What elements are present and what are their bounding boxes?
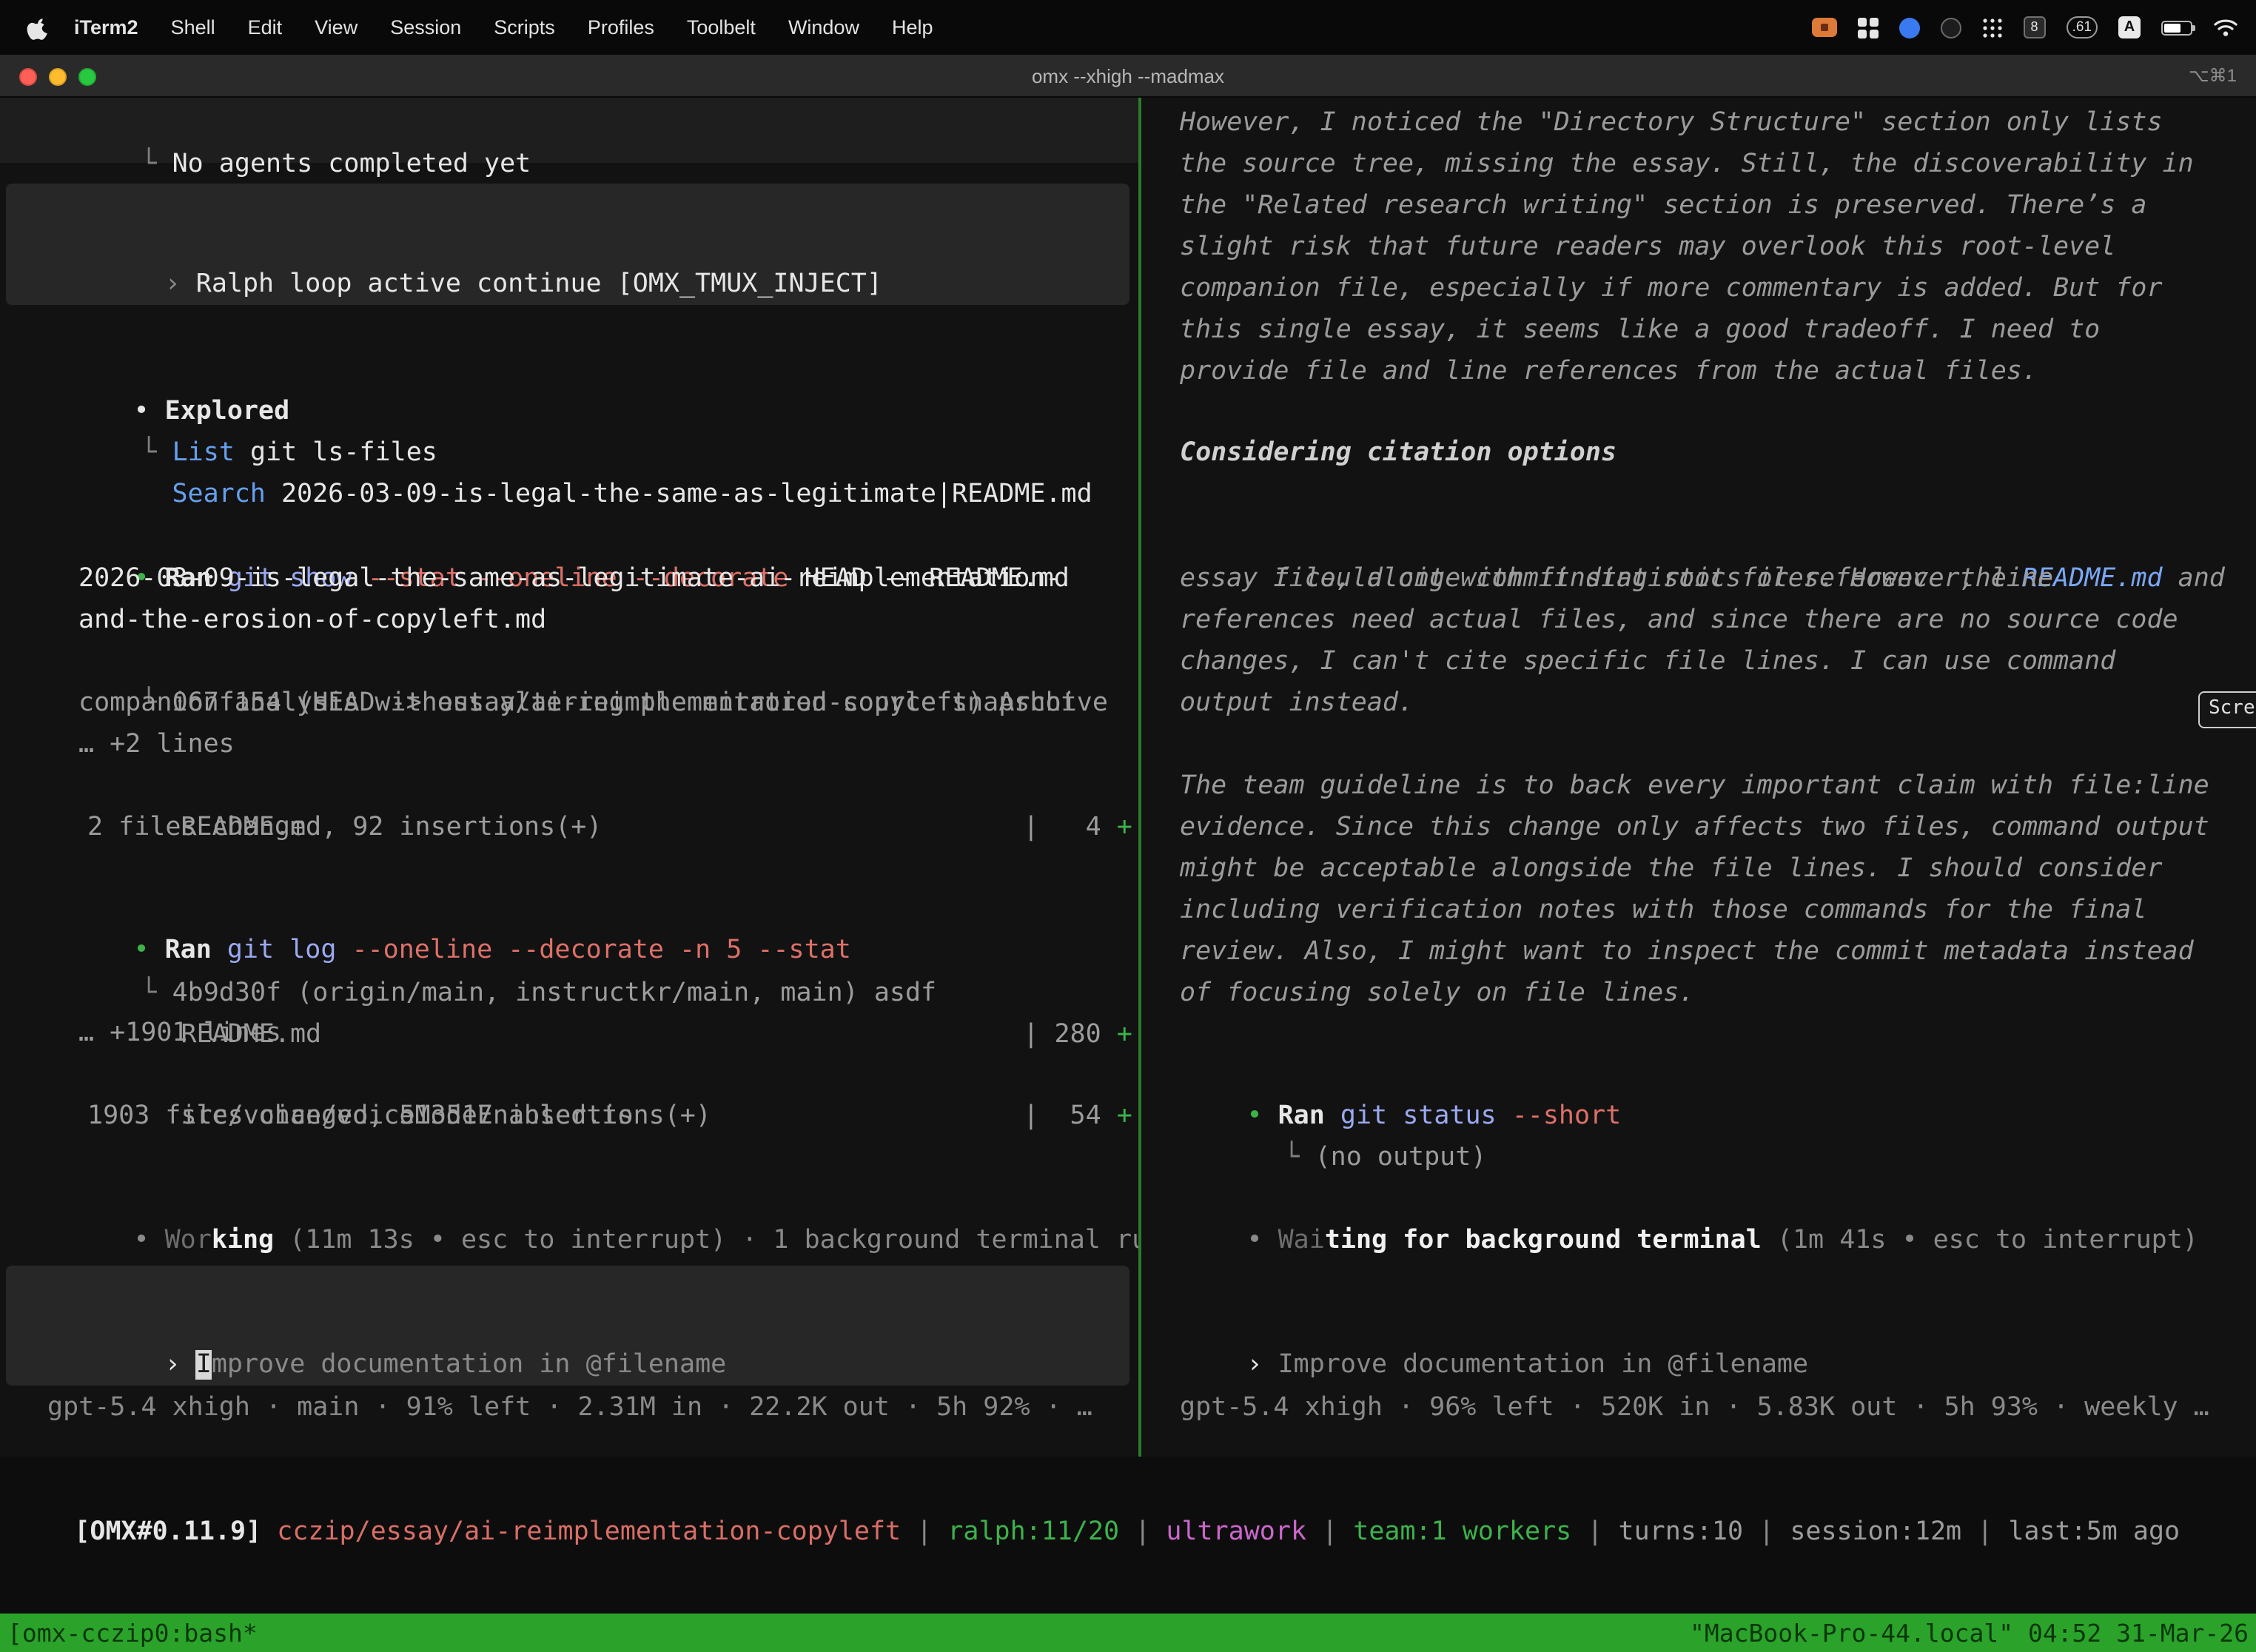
model-status-line-right: gpt-5.4 xhigh · 96% left · 520K in · 5.8… <box>1180 1387 2209 1428</box>
menu-item-session[interactable]: Session <box>374 16 477 38</box>
ran-git-show-line: • Ran git show --stat --oneline --decora… <box>40 517 1070 558</box>
screen: iTerm2 Shell Edit View Session Scripts P… <box>0 0 2256 1652</box>
essay-filename-line-1: 2026-03-09-is-legal-the-same-as-legitima… <box>78 558 1061 600</box>
omx-ralph-count: ralph:11/20 <box>947 1517 1119 1547</box>
reasoning-line: this single essay, it seems like a good … <box>1180 309 2100 351</box>
right-terminal-pane[interactable]: However, I noticed the "Directory Struct… <box>1141 98 2256 1457</box>
input-source-icon[interactable]: A <box>2118 16 2141 38</box>
commit-message-line-1: └ 067f154 (HEAD -> essay/ai-reimplementa… <box>47 641 1108 682</box>
wifi-icon[interactable] <box>2213 18 2238 37</box>
essay-filename-line-2: and-the-erosion-of-copyleft.md <box>78 600 546 641</box>
ran-git-log-line: • Ran git log --oneline --decorate -n 5 … <box>40 888 851 930</box>
menu-item-profiles[interactable]: Profiles <box>571 16 671 38</box>
reasoning-line: The team guideline is to back every impo… <box>1180 765 2209 807</box>
menu-bar-status-icons: 8 .61 A <box>1812 16 2238 38</box>
apple-menu-icon[interactable] <box>27 16 49 39</box>
omx-branch: cczip/essay/ai-reimplementation-copyleft <box>277 1517 901 1547</box>
reasoning-line: output instead. <box>1180 682 1414 724</box>
ralph-loop-banner: › Ralph loop active continue [OMX_TMUX_I… <box>6 184 1129 305</box>
reasoning-line: review. Also, I might want to inspect th… <box>1180 931 2194 973</box>
menu-item-help[interactable]: Help <box>876 16 950 38</box>
menu-item-iterm2[interactable]: iTerm2 <box>58 16 155 38</box>
prompt-input-line-right[interactable]: › Improve documentation in @filename <box>1153 1303 1808 1344</box>
explored-search-line: Search 2026-03-09-is-legal-the-same-as-l… <box>78 432 1092 474</box>
window-shortcut-badge: ⌥⌘1 <box>2189 65 2237 86</box>
no-agents-line: └ No agents completed yet <box>47 102 531 144</box>
log-more-lines-indicator: … +1901 lines <box>78 1013 281 1054</box>
screen-recording-icon[interactable] <box>1812 18 1837 37</box>
ralph-loop-line: › Ralph loop active continue [OMX_TMUX_I… <box>6 184 1129 346</box>
battery-percent-badge[interactable]: .61 <box>2067 16 2098 38</box>
left-terminal-pane[interactable]: └ No agents completed yet › Ralph loop a… <box>0 98 1138 1457</box>
window-title: omx --xhigh --madmax <box>1032 64 1224 87</box>
battery-tip <box>2192 25 2195 31</box>
menu-item-view[interactable]: View <box>298 16 374 38</box>
tmux-status-bar: [omx-cczip0:bash* "MacBook-Pro-44.local"… <box>0 1614 2256 1652</box>
battery-fill <box>2164 23 2181 32</box>
reasoning-line: However, I noticed the "Directory Struct… <box>1180 102 2163 144</box>
reasoning-line: slight risk that future readers may over… <box>1180 226 2115 268</box>
explored-header: • Explored <box>40 349 289 391</box>
menu-item-shell[interactable]: Shell <box>155 16 232 38</box>
screen-overlay-button[interactable]: Scre <box>2198 691 2256 728</box>
omx-turns: turns:10 <box>1619 1517 1744 1547</box>
no-output-line: └ (no output) <box>1190 1095 1486 1137</box>
recording-dot <box>1821 24 1828 31</box>
reasoning-line: provide file and line references from th… <box>1180 351 2038 392</box>
commit-message-line-2: companion analysis without altering the … <box>78 682 1077 724</box>
ran-git-status-line: • Ran git status --short <box>1153 1054 1621 1095</box>
omx-mode: ultrawork <box>1166 1517 1306 1547</box>
diffstat-summary-line: 2 files changed, 92 insertions(+) <box>87 807 602 848</box>
reasoning-heading: Considering citation options <box>1180 432 1617 474</box>
dots-grid-icon[interactable] <box>1982 17 2003 38</box>
log-summary-line: 1903 files changed, 513517 insertions(+) <box>87 1095 711 1137</box>
bento-grid-icon[interactable] <box>1858 17 1879 38</box>
model-status-line: gpt-5.4 xhigh · main · 91% left · 2.31M … <box>47 1387 1092 1428</box>
reasoning-line: references need actual files, and since … <box>1180 600 2178 641</box>
omx-last-activity: last:5m ago <box>2008 1517 2180 1547</box>
diffstat-readme-line: README.md | 4 + <box>87 765 1132 807</box>
menu-item-scripts[interactable]: Scripts <box>477 16 571 38</box>
reasoning-line: I could cite commit statistics or refere… <box>1180 517 2225 558</box>
zoom-button[interactable] <box>78 67 96 85</box>
menu-item-toolbelt[interactable]: Toolbelt <box>671 16 772 38</box>
reasoning-line: the source tree, missing the essay. Stil… <box>1180 144 2194 185</box>
reasoning-line: evidence. Since this change only affects… <box>1180 807 2209 848</box>
text-cursor: I <box>196 1350 212 1380</box>
more-lines-indicator: … +2 lines <box>78 724 235 765</box>
minimize-button[interactable] <box>49 67 67 85</box>
menu-item-window[interactable]: Window <box>772 16 876 38</box>
reasoning-line: essay file, along with finding root file… <box>1180 558 2053 600</box>
window-title-bar[interactable]: omx --xhigh --madmax ⌥⌘1 <box>0 55 2256 98</box>
tmux-session-window[interactable]: [omx-cczip0:bash* <box>7 1619 258 1647</box>
explored-list-line: └ List git ls-files <box>47 391 437 432</box>
omx-status-bar: [OMX#0.11.9] cczip/essay/ai-reimplementa… <box>12 1470 2180 1511</box>
working-status-line: • Working (11m 13s • esc to interrupt) ·… <box>40 1178 1138 1220</box>
omx-session-time: session:12m <box>1790 1517 1961 1547</box>
log-commit-line: └ 4b9d30f (origin/main, instructkr/main,… <box>47 931 936 973</box>
omx-version: [OMX#0.11.9] <box>74 1517 277 1547</box>
log-stat-readme-line: README.md | 280 + <box>87 973 1132 1014</box>
battery-icon[interactable] <box>2161 20 2192 35</box>
reasoning-line: companion file, especially if more comme… <box>1180 268 2163 309</box>
keypad-8-icon[interactable]: 8 <box>2024 16 2046 38</box>
omx-team: team:1 workers <box>1353 1517 1571 1547</box>
reasoning-line: the "Related research writing" section i… <box>1180 185 2146 226</box>
reasoning-line: of focusing solely on file lines. <box>1180 973 1694 1014</box>
close-button[interactable] <box>19 67 37 85</box>
macos-menu-bar: iTerm2 Shell Edit View Session Scripts P… <box>0 0 2256 55</box>
menu-item-edit[interactable]: Edit <box>232 16 299 38</box>
log-stat-voice-line: src/voice/voiceModeEnabled.ts | 54 + <box>87 1054 1132 1095</box>
prompt-input-box[interactable]: › Improve documentation in @filename <box>6 1266 1129 1386</box>
blue-app-icon[interactable] <box>1899 17 1920 38</box>
reasoning-line: changes, I can't cite specific file line… <box>1180 641 2115 682</box>
reasoning-line: including verification notes with those … <box>1180 890 2146 931</box>
reasoning-line: might be acceptable alongside the file l… <box>1180 848 2163 890</box>
dark-app-icon[interactable] <box>1941 17 1961 38</box>
tmux-host-clock: "MacBook-Pro-44.local" 04:52 31-Mar-26 <box>1690 1619 2249 1647</box>
waiting-status-line: • Waiting for background terminal (1m 41… <box>1153 1178 2198 1220</box>
